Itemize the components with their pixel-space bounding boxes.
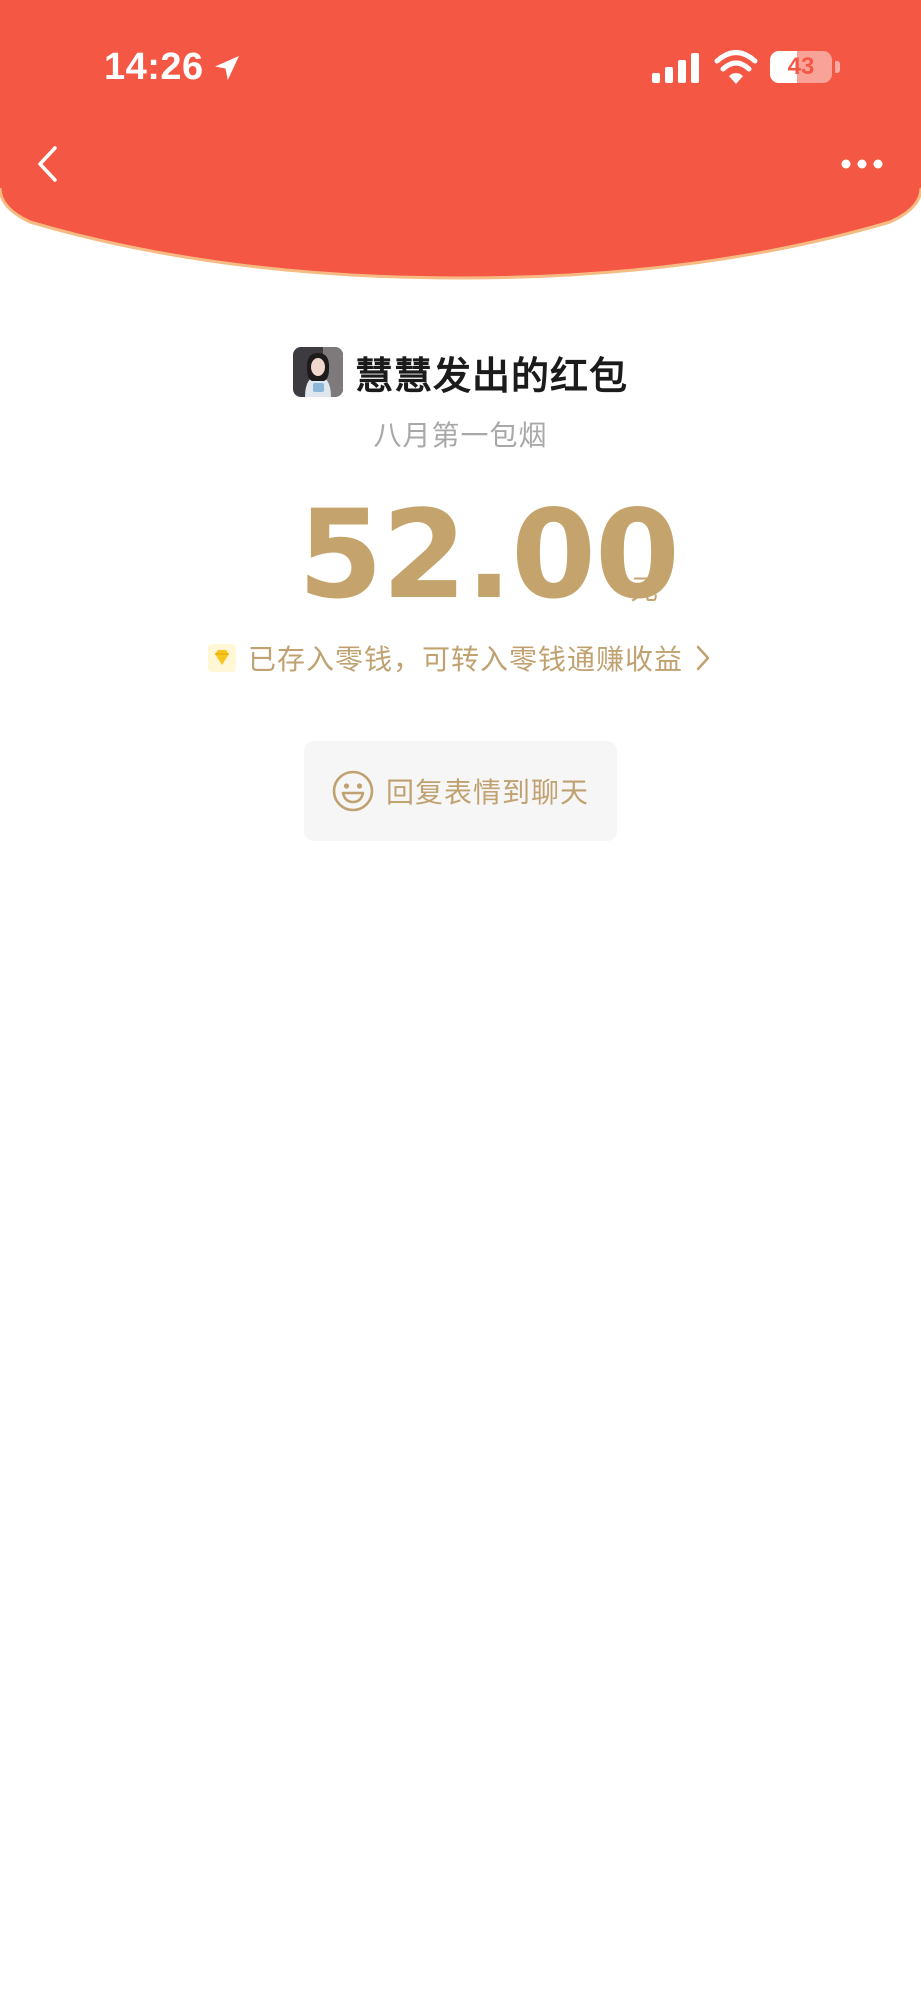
chevron-left-icon xyxy=(38,146,57,182)
reply-with-sticker-button[interactable]: 回复表情到聊天 xyxy=(304,741,617,841)
diamond-icon xyxy=(207,644,236,672)
amount-row: 52.00 xyxy=(0,490,921,620)
avatar[interactable] xyxy=(292,347,343,397)
battery-nub xyxy=(835,61,840,73)
amount-unit: 元 xyxy=(630,573,659,606)
red-packet-greeting: 八月第一包烟 xyxy=(373,419,548,452)
sender-row: 慧慧发出的红包 xyxy=(0,346,921,398)
back-button[interactable] xyxy=(22,136,72,192)
deposit-note-text: 已存入零钱，可转入零钱通赚收益 xyxy=(247,643,683,676)
status-bar-time: 14:26 xyxy=(104,45,204,88)
battery-level-text: 43 xyxy=(787,53,815,80)
red-packet-detail-screen: 14:26 43 慧慧发出的红包 八月第一包烟 52.00 元 已存入零钱，可转… xyxy=(0,0,921,2000)
battery-indicator: 43 xyxy=(770,51,842,83)
reply-button-label: 回复表情到聊天 xyxy=(385,776,589,809)
signal-icon xyxy=(652,53,699,83)
battery-body: 43 xyxy=(770,51,832,83)
location-arrow-icon xyxy=(215,56,239,80)
smile-icon xyxy=(332,770,374,812)
amount-value: 52.00 xyxy=(298,484,680,626)
avatar-image xyxy=(292,347,343,397)
deposit-note-link[interactable]: 已存入零钱，可转入零钱通赚收益 xyxy=(0,636,921,680)
more-options-button[interactable] xyxy=(834,146,890,182)
chevron-right-icon xyxy=(696,645,710,671)
more-dots-icon xyxy=(841,159,883,169)
red-packet-title: 慧慧发出的红包 xyxy=(354,353,628,398)
wifi-icon xyxy=(714,50,758,84)
